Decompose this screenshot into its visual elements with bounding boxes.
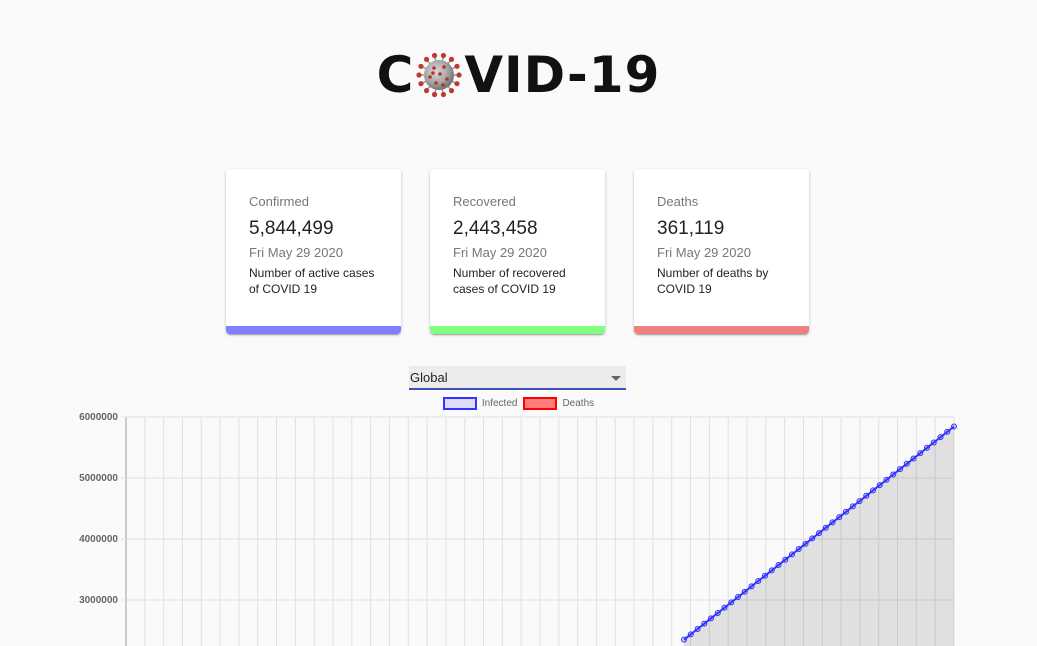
card-date: Fri May 29 2020	[657, 245, 751, 260]
confirmed-card: Confirmed 5,844,499 Fri May 29 2020 Numb…	[226, 169, 401, 334]
data-point-infected[interactable]	[822, 524, 829, 531]
data-point-infected[interactable]	[681, 636, 687, 643]
data-point-infected[interactable]	[897, 466, 903, 473]
y-tick-label: 3000000	[79, 595, 118, 606]
data-point-infected[interactable]	[829, 519, 836, 526]
data-point-infected[interactable]	[755, 578, 762, 585]
recovered-card: Recovered 2,443,458 Fri May 29 2020 Numb…	[430, 169, 605, 334]
data-point-infected[interactable]	[876, 482, 883, 489]
data-point-infected[interactable]	[762, 572, 768, 579]
data-point-infected[interactable]	[836, 514, 843, 521]
data-point-infected[interactable]	[789, 551, 795, 558]
y-tick-label: 4000000	[79, 534, 118, 545]
data-point-infected[interactable]	[748, 583, 755, 590]
chevron-down-icon[interactable]	[611, 376, 621, 381]
data-point-infected[interactable]	[944, 428, 951, 435]
y-tick-label: 6000000	[79, 412, 118, 423]
card-color-bar	[226, 326, 401, 334]
data-point-infected[interactable]	[870, 487, 876, 494]
data-point-infected[interactable]	[795, 546, 802, 553]
data-point-infected[interactable]	[721, 604, 728, 611]
data-point-infected[interactable]	[903, 460, 910, 467]
data-point-infected[interactable]	[687, 631, 694, 638]
card-title: Deaths	[657, 194, 699, 209]
data-point-infected[interactable]	[741, 588, 748, 595]
card-date: Fri May 29 2020	[249, 245, 343, 260]
data-point-infected[interactable]	[849, 503, 856, 510]
data-point-infected[interactable]	[694, 625, 701, 632]
title-text-left: C	[376, 46, 415, 104]
page-title: C VID-19	[0, 46, 1037, 104]
y-tick-label: 5000000	[79, 473, 118, 484]
stats-cards: Confirmed 5,844,499 Fri May 29 2020 Numb…	[226, 169, 809, 334]
deaths-card: Deaths 361,119 Fri May 29 2020 Number of…	[634, 169, 809, 334]
data-point-infected[interactable]	[782, 556, 789, 563]
data-point-infected[interactable]	[890, 471, 897, 478]
data-point-infected[interactable]	[768, 567, 775, 574]
card-value: 361,119	[657, 218, 725, 239]
data-point-infected[interactable]	[809, 535, 816, 542]
card-description: Number of deaths by COVID 19	[657, 266, 769, 296]
data-point-infected[interactable]	[937, 434, 944, 441]
data-point-infected[interactable]	[863, 492, 870, 499]
cases-line-chart: 6000000 5000000 4000000 3000000	[79, 412, 957, 646]
data-point-infected[interactable]	[708, 615, 714, 622]
data-point-infected[interactable]	[951, 423, 957, 430]
card-color-bar	[634, 326, 809, 334]
data-point-infected[interactable]	[856, 498, 863, 505]
card-date: Fri May 29 2020	[453, 245, 547, 260]
card-description: Number of recovered cases of COVID 19	[453, 266, 566, 296]
title-text-right: VID-19	[464, 46, 661, 104]
data-point-infected[interactable]	[802, 540, 809, 547]
country-select[interactable]: Global	[409, 366, 626, 390]
data-point-infected[interactable]	[735, 594, 741, 601]
data-point-infected[interactable]	[728, 599, 735, 606]
coronavirus-icon	[416, 52, 462, 98]
card-title: Recovered	[453, 194, 516, 209]
data-point-infected[interactable]	[930, 439, 937, 446]
data-point-infected[interactable]	[883, 476, 890, 483]
data-point-infected[interactable]	[910, 455, 917, 462]
data-point-infected[interactable]	[714, 610, 721, 617]
data-point-infected[interactable]	[924, 444, 930, 451]
data-point-infected[interactable]	[701, 620, 708, 627]
country-select-value: Global	[410, 370, 448, 385]
card-color-bar	[430, 326, 605, 334]
data-point-infected[interactable]	[816, 530, 822, 537]
card-description: Number of active cases of COVID 19	[249, 266, 375, 296]
card-title: Confirmed	[249, 194, 309, 209]
data-point-infected[interactable]	[843, 508, 849, 515]
card-value: 2,443,458	[453, 218, 538, 239]
card-value: 5,844,499	[249, 218, 334, 239]
data-point-infected[interactable]	[917, 450, 924, 457]
data-point-infected[interactable]	[775, 562, 782, 569]
